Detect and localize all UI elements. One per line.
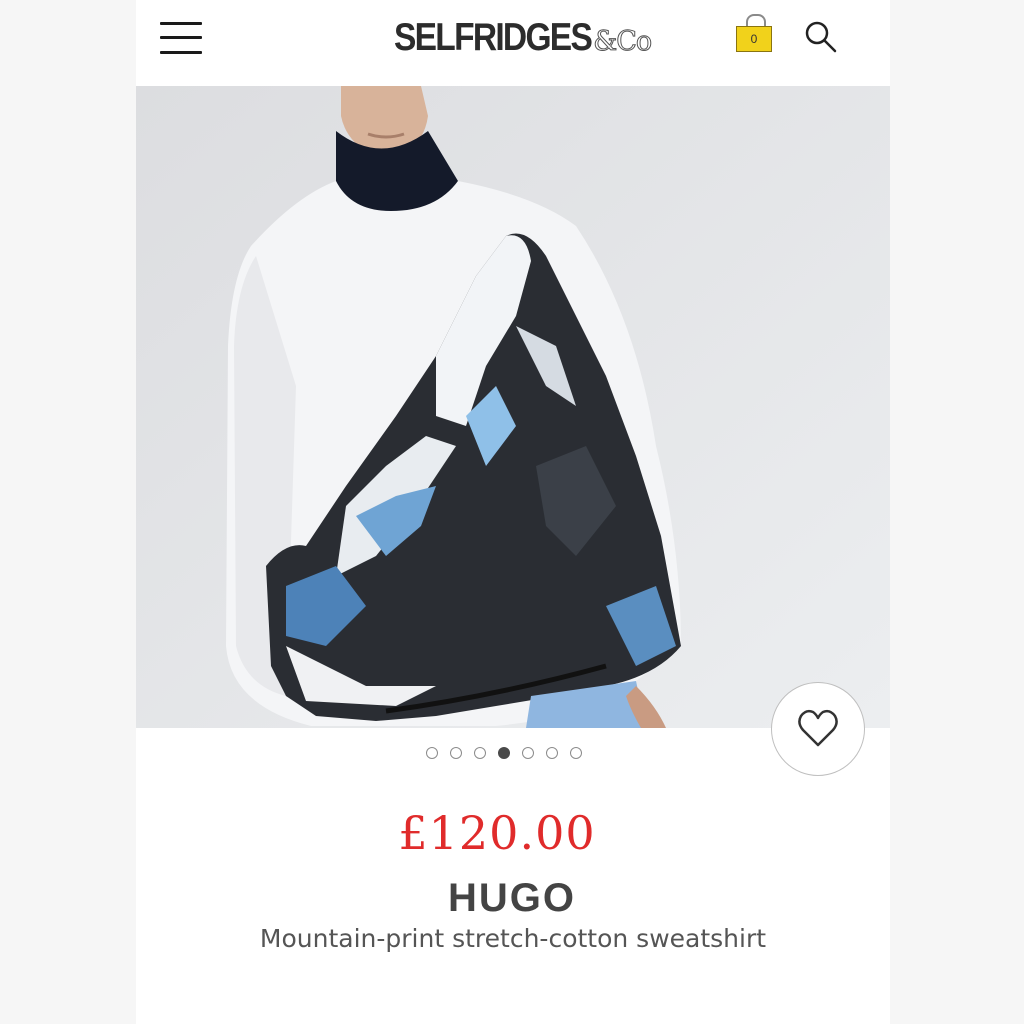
bag-count: 0 bbox=[736, 26, 772, 52]
heart-icon bbox=[798, 709, 838, 747]
site-header: SELFRIDGES &Co 0 bbox=[136, 0, 890, 86]
gallery-dot[interactable] bbox=[474, 747, 486, 759]
product-price: £120.00 bbox=[398, 806, 596, 860]
logo-wordmark: SELFRIDGES bbox=[394, 16, 593, 59]
page-margin-right bbox=[890, 0, 1024, 1024]
product-image[interactable] bbox=[136, 86, 890, 728]
product-name: Mountain-print stretch-cotton sweatshirt bbox=[259, 924, 767, 953]
search-icon[interactable] bbox=[804, 20, 838, 54]
logo-suffix: &Co bbox=[593, 26, 653, 58]
add-to-wishlist-button[interactable] bbox=[771, 682, 865, 776]
product-page: SELFRIDGES &Co 0 £120.00 HUGO Mountain-p… bbox=[136, 0, 890, 1024]
gallery-pagination bbox=[426, 747, 582, 761]
product-brand[interactable]: HUGO bbox=[136, 876, 888, 921]
hamburger-menu-icon[interactable] bbox=[160, 20, 202, 56]
gallery-dot[interactable] bbox=[570, 747, 582, 759]
page-margin-left bbox=[0, 0, 136, 1024]
selfridges-logo[interactable]: SELFRIDGES &Co bbox=[394, 16, 653, 60]
gallery-dot[interactable] bbox=[450, 747, 462, 759]
gallery-dot-active[interactable] bbox=[498, 747, 510, 759]
shopping-bag-icon[interactable]: 0 bbox=[736, 14, 774, 54]
gallery-dot[interactable] bbox=[522, 747, 534, 759]
gallery-dot[interactable] bbox=[426, 747, 438, 759]
gallery-dot[interactable] bbox=[546, 747, 558, 759]
